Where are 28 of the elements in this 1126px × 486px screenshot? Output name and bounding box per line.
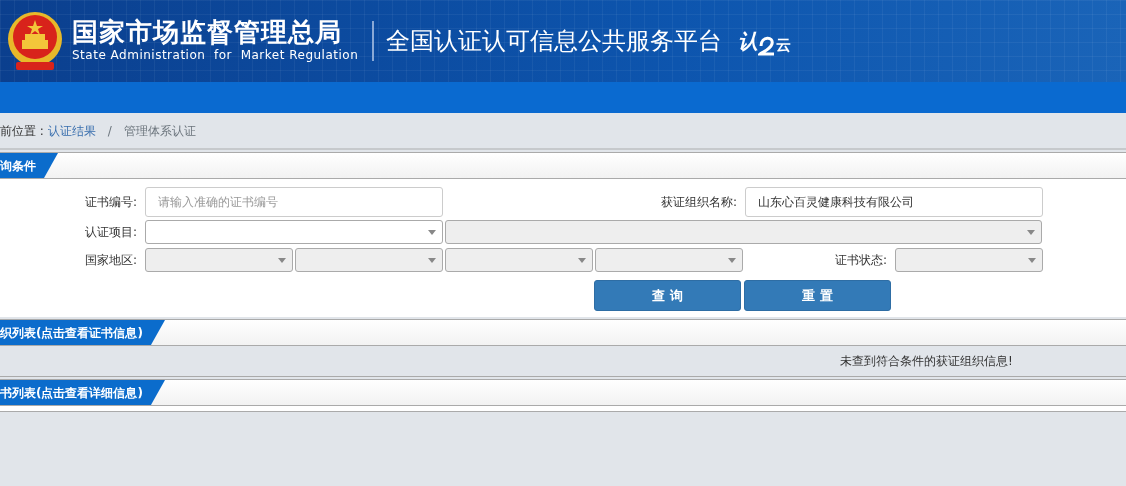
query-button[interactable]: 重 置 [744, 280, 891, 311]
caret-icon [578, 257, 586, 263]
logo-text: 云 [776, 34, 792, 56]
text-field[interactable]: 请输入准确的证书编号 [145, 187, 443, 217]
caret-icon [278, 257, 286, 263]
field-label: 认证项目: [83, 224, 138, 241]
text-field[interactable]: 山东心百灵健康科技有限公司 [745, 187, 1043, 217]
field-label: 获证组织名称: [659, 194, 738, 211]
agency-subtitle: State Administration for Market Regulation [72, 47, 359, 65]
breadcrumb-link[interactable]: 认证结果 [47, 121, 96, 140]
caret-icon [428, 229, 436, 235]
breadcrumb-label: 前位置 : [0, 122, 44, 140]
field-label: 国家地区: [83, 252, 138, 269]
logo-text: 认 [738, 28, 759, 55]
platform-title: 全国认证认可信息公共服务平台 [386, 26, 723, 57]
caret-icon [428, 257, 436, 263]
caret-icon [1028, 257, 1036, 263]
query-button[interactable]: 查 询 [594, 280, 741, 311]
field-label: 证书编号: [83, 194, 138, 211]
breadcrumb-current: 管理体系认证 [123, 122, 196, 140]
swirl-icon [758, 34, 777, 56]
field-label: 证书状态: [833, 252, 888, 269]
caret-icon [1027, 229, 1035, 235]
empty-message: 未查到符合条件的获证组织信息! [840, 353, 1013, 370]
dropdown[interactable] [145, 220, 443, 244]
caret-icon [728, 257, 736, 263]
breadcrumb-separator: / [107, 122, 112, 140]
agency-title: 国家市场监督管理总局 [72, 17, 343, 47]
